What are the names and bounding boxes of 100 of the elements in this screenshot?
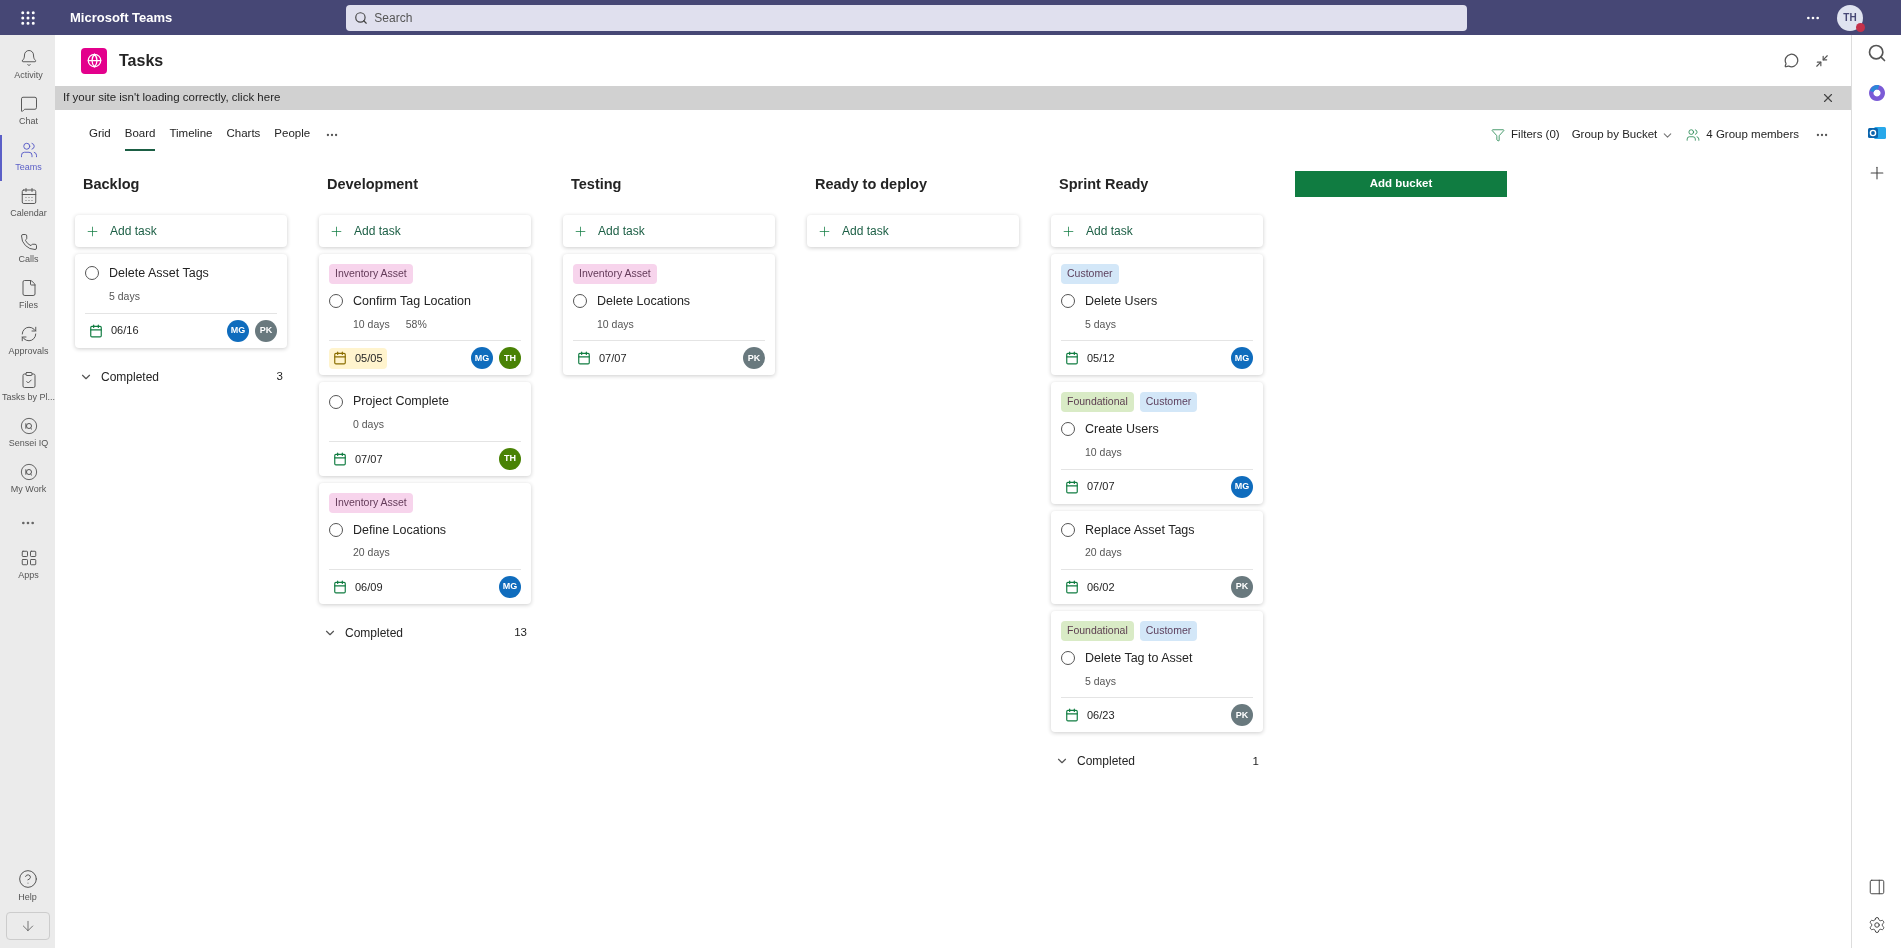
add-task-button[interactable]: Add task	[319, 215, 531, 247]
search-field[interactable]: Search	[346, 4, 1468, 31]
rail-item[interactable]: Tasks by Pl...	[0, 365, 55, 411]
label-tag: Foundational	[1061, 392, 1134, 412]
task-title: Create Users	[1085, 421, 1159, 438]
filters-button[interactable]: Filters (0)	[1511, 126, 1560, 144]
task-title: Define Locations	[353, 521, 447, 539]
user-avatar[interactable]: TH	[1837, 4, 1863, 31]
rail-item[interactable]: Calls	[0, 227, 55, 273]
help-icon[interactable]	[17, 868, 38, 889]
plus-icon	[817, 223, 832, 239]
file-icon	[19, 279, 38, 298]
rail-item[interactable]: Teams	[0, 135, 55, 181]
due-date: 06/23	[1061, 705, 1119, 726]
app-logo-icon	[81, 47, 107, 74]
label-tag: Customer	[1139, 392, 1198, 412]
bucket-title: Testing	[570, 175, 623, 194]
due-date: 06/16	[85, 320, 143, 341]
add-bucket-button[interactable]: Add bucket	[1295, 171, 1507, 197]
rail-item[interactable]: Apps	[0, 543, 55, 589]
view-tab[interactable]: Grid	[89, 119, 111, 151]
add-task-button[interactable]: Add task	[563, 215, 775, 247]
add-task-button[interactable]: Add task	[807, 215, 1019, 247]
label-tag: Inventory Asset	[329, 492, 413, 513]
task-card[interactable]: Delete Asset Tags 5 days 06/16 MG PK	[75, 254, 287, 348]
group-by-dropdown[interactable]: Group by Bucket	[1571, 126, 1658, 144]
view-tab[interactable]: Board	[124, 119, 156, 151]
rail-item[interactable]: Activity	[0, 43, 55, 89]
rail-item[interactable]: Calendar	[0, 181, 55, 227]
calendar-icon	[1065, 479, 1079, 494]
completed-toggle[interactable]: Completed	[345, 624, 404, 642]
due-date: 07/07	[329, 448, 387, 469]
bucket-title: Backlog	[82, 175, 141, 194]
calendar-icon	[89, 323, 103, 338]
search-icon[interactable]	[1866, 43, 1887, 63]
duration: 10 days	[1085, 444, 1122, 460]
add-task-button[interactable]: Add task	[1051, 215, 1263, 247]
task-card[interactable]: Inventory Asset Confirm Tag Location 10 days 58% 05/05 MG TH	[319, 254, 531, 376]
rail-item[interactable]: Files	[0, 273, 55, 319]
search-input[interactable]: Search	[374, 8, 1460, 27]
task-card[interactable]: Replace Asset Tags 20 days 06/02 PK	[1051, 510, 1263, 604]
settings-icon[interactable]	[1867, 916, 1886, 934]
duration: 10 days	[353, 316, 390, 332]
task-card[interactable]: Customer Delete Users 5 days 05/12 MG	[1051, 254, 1263, 376]
app-launcher-icon[interactable]	[18, 8, 37, 27]
view-tab[interactable]: Timeline	[169, 119, 213, 151]
plus-icon	[1061, 223, 1076, 239]
task-title: Delete Tag to Asset	[1085, 649, 1193, 667]
plus-icon	[573, 223, 588, 239]
help-label[interactable]: Help	[18, 890, 37, 904]
completed-count: 1	[1252, 753, 1259, 769]
duration: 0 days	[353, 417, 384, 432]
task-card[interactable]: Inventory Asset Define Locations 20 days 06/09 MG	[319, 482, 531, 604]
bucket-title: Development	[326, 175, 420, 194]
apps-icon	[19, 549, 38, 568]
calendar-icon	[333, 580, 347, 594]
completed-toggle[interactable]: Completed	[1077, 752, 1136, 771]
close-icon[interactable]	[1821, 91, 1835, 105]
task-title: Confirm Tag Location	[353, 292, 471, 310]
completed-toggle[interactable]: Completed	[101, 367, 160, 386]
task-card[interactable]: Inventory Asset Delete Locations 10 days 07/07 PK	[563, 254, 775, 376]
iq-icon	[19, 463, 38, 482]
search-icon	[354, 10, 369, 25]
calendar-icon	[1065, 580, 1079, 594]
calendar-icon	[1065, 351, 1079, 366]
phone-icon	[19, 233, 38, 252]
progress-percent: 58%	[405, 316, 427, 332]
task-card[interactable]: Foundational Customer Create Users 10 days 07/07 MG	[1051, 382, 1263, 504]
chat-icon[interactable]	[1784, 53, 1799, 68]
rail-item[interactable]: My Work	[0, 457, 55, 503]
people-icon[interactable]	[1686, 128, 1701, 142]
people-icon	[19, 141, 38, 160]
completed-count: 13	[514, 625, 527, 641]
view-tab[interactable]: People	[274, 119, 311, 151]
chat-icon	[19, 95, 38, 114]
collapse-icon[interactable]	[1815, 53, 1829, 68]
view-tab[interactable]: Charts	[226, 119, 261, 151]
avatar: TH	[499, 447, 521, 470]
avatar: MG	[1231, 347, 1253, 370]
rail-item[interactable]: Chat	[0, 89, 55, 135]
duration: 10 days	[597, 316, 634, 332]
calendar-icon	[577, 351, 591, 366]
task-card[interactable]: Foundational Customer Delete Tag to Asset 5 days 06/23 PK	[1051, 611, 1263, 733]
group-members-button[interactable]: 4 Group members	[1706, 126, 1799, 144]
app-title: Microsoft Teams	[70, 8, 173, 27]
rail-item[interactable]: Approvals	[0, 319, 55, 365]
banner-link[interactable]: If your site isn't loading correctly, click here	[63, 89, 281, 107]
duration: 5 days	[1085, 316, 1116, 332]
ring-logo-icon[interactable]	[1866, 83, 1887, 103]
label-tag: Customer	[1139, 621, 1198, 641]
due-date: 07/07	[1061, 476, 1119, 497]
side-panel-icon[interactable]	[1867, 878, 1886, 896]
rail-item[interactable]: Sensei IQ	[0, 411, 55, 457]
duration: 5 days	[1085, 673, 1116, 689]
avatar: MG	[471, 347, 493, 370]
avatar: TH	[499, 347, 521, 370]
avatar: PK	[1231, 576, 1253, 598]
bucket-title: Ready to deploy	[814, 175, 928, 194]
task-card[interactable]: Project Complete 0 days 07/07 TH	[319, 382, 531, 476]
add-task-button[interactable]: Add task	[75, 215, 287, 247]
